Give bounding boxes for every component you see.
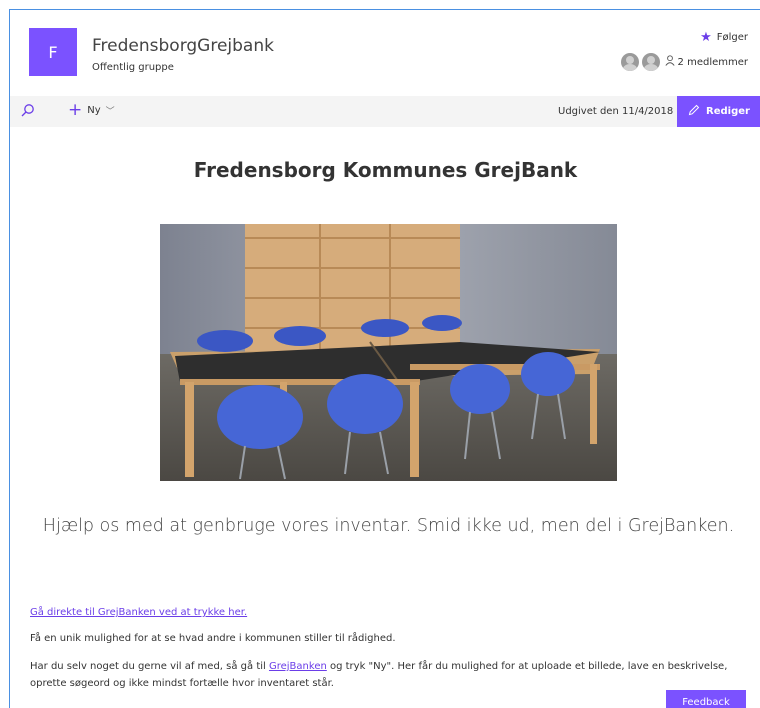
site-subtitle: Offentlig gruppe — [92, 62, 174, 73]
feedback-button[interactable]: Feedback — [666, 690, 746, 708]
page-title: Fredensborg Kommunes GrejBank — [193, 158, 578, 182]
new-label: Ny — [87, 104, 101, 116]
member-avatar — [620, 53, 639, 71]
members-button[interactable]: 2 medlemmer — [620, 53, 748, 71]
edit-label: Rediger — [706, 106, 750, 117]
follow-label: Følger — [716, 32, 748, 43]
grejbank-link[interactable]: GrejBanken — [269, 661, 327, 672]
command-bar: + Ny ﹀ Udgivet den 11/4/2018 Rediger — [10, 96, 760, 127]
plus-icon: + — [68, 100, 83, 120]
paragraph-text: Har du selv noget du gerne vil af med, s… — [30, 661, 269, 672]
edit-button[interactable]: Rediger — [677, 96, 760, 127]
furniture-photo — [160, 224, 617, 481]
members-label: 2 medlemmer — [677, 56, 748, 68]
follow-button[interactable]: ★ Følger — [700, 30, 748, 45]
tagline: Hjælp os med at genbruge vores inventar.… — [42, 516, 735, 536]
published-date: Udgivet den 11/4/2018 — [558, 106, 674, 117]
pencil-icon — [688, 104, 700, 119]
grejbank-direct-link[interactable]: Gå direkte til GrejBanken ved at trykke … — [30, 607, 247, 618]
site-logo[interactable]: F — [29, 28, 77, 76]
member-avatar — [641, 53, 660, 71]
site-header: F FredensborgGrejbank Offentlig gruppe ★… — [10, 10, 760, 95]
star-icon: ★ — [700, 30, 712, 45]
search-icon[interactable] — [20, 103, 36, 119]
paragraph-intro: Få en unik mulighed for at se hvad andre… — [30, 633, 396, 644]
paragraph-instructions: Har du selv noget du gerne vil af med, s… — [30, 658, 730, 692]
site-title[interactable]: FredensborgGrejbank — [92, 36, 274, 56]
page-frame: F FredensborgGrejbank Offentlig gruppe ★… — [9, 9, 760, 708]
chevron-down-icon: ﹀ — [105, 106, 115, 117]
new-button[interactable]: + Ny ﹀ — [68, 100, 115, 120]
person-icon — [664, 55, 675, 69]
